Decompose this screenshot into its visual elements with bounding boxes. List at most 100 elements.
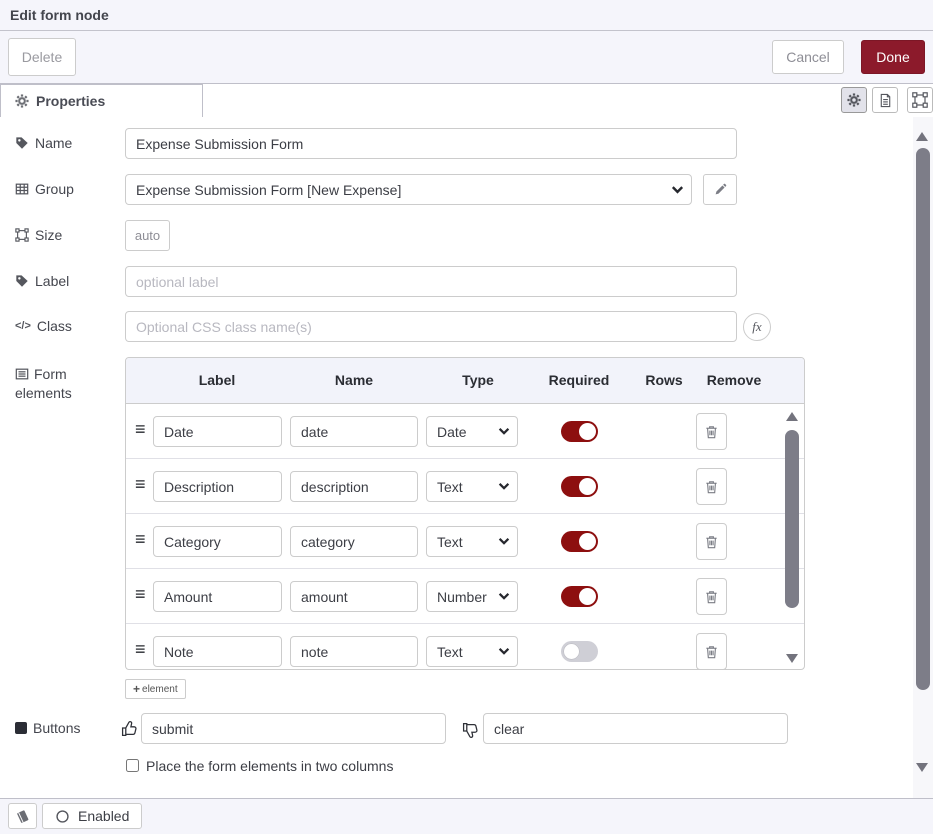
element-label-input[interactable] [153, 471, 282, 502]
column-header-remove: Remove [707, 372, 761, 388]
scroll-down-icon[interactable] [786, 654, 798, 663]
scroll-up-icon[interactable] [916, 132, 928, 141]
class-input[interactable] [125, 311, 737, 342]
edit-group-button[interactable] [703, 174, 737, 205]
element-label-input[interactable] [153, 636, 282, 667]
remove-element-button[interactable] [696, 633, 727, 670]
delete-button[interactable]: Delete [8, 38, 76, 76]
form-elements-field-label: Form elements [15, 365, 115, 403]
scroll-down-icon[interactable] [916, 763, 928, 772]
element-label-input[interactable] [153, 416, 282, 447]
form-element-row: ≡ Number [126, 569, 804, 624]
thumbs-up-icon [121, 720, 138, 737]
remove-element-button[interactable] [696, 578, 727, 615]
drag-handle-icon[interactable]: ≡ [135, 474, 146, 495]
table-scrollbar[interactable] [785, 408, 800, 667]
required-toggle[interactable] [561, 531, 598, 552]
tab-bar: Properties [0, 84, 933, 117]
required-toggle[interactable] [561, 641, 598, 662]
trash-icon [704, 424, 719, 440]
element-type-select[interactable]: Text [426, 526, 518, 557]
tab-properties-label: Properties [36, 93, 105, 109]
trash-icon [704, 644, 719, 660]
scroll-up-icon[interactable] [786, 412, 798, 421]
class-field-label: </> Class [15, 318, 72, 334]
dialog-toolbar: Delete Cancel Done [0, 31, 933, 84]
book-icon [15, 809, 30, 824]
element-type-select[interactable]: Number [426, 581, 518, 612]
edit-form-node-dialog: Edit form node Delete Cancel Done Proper… [0, 0, 933, 834]
expand-editor-button[interactable]: fx [743, 313, 771, 341]
element-type-select[interactable]: Text [426, 636, 518, 667]
trash-icon [704, 479, 719, 495]
description-tab-button[interactable] [872, 87, 898, 113]
buttons-field-label: Buttons [15, 720, 80, 736]
group-field-label: Group [15, 181, 74, 197]
dialog-title: Edit form node [0, 0, 933, 31]
drag-handle-icon[interactable]: ≡ [135, 529, 146, 550]
gear-icon [15, 94, 29, 108]
clear-button-input[interactable] [483, 713, 788, 744]
element-type-select[interactable]: Date [426, 416, 518, 447]
element-label-input[interactable] [153, 526, 282, 557]
two-columns-checkbox-label[interactable]: Place the form elements in two columns [146, 758, 393, 774]
plus-icon: + [133, 682, 140, 696]
name-field-label: Name [15, 135, 72, 151]
group-select[interactable]: Expense Submission Form [New Expense] [125, 174, 692, 205]
form-element-row: ≡ Date [126, 404, 804, 459]
panel-scrollbar-thumb[interactable] [916, 148, 930, 690]
element-name-input[interactable] [290, 526, 418, 557]
gear-icon [847, 93, 861, 107]
required-toggle[interactable] [561, 476, 598, 497]
properties-tab-button[interactable] [841, 87, 867, 113]
add-element-button[interactable]: +element [125, 679, 186, 699]
trash-icon [704, 589, 719, 605]
name-input[interactable] [125, 128, 737, 159]
element-name-input[interactable] [290, 416, 418, 447]
element-name-input[interactable] [290, 581, 418, 612]
remove-element-button[interactable] [696, 413, 727, 450]
submit-button-input[interactable] [141, 713, 446, 744]
column-header-required: Required [549, 372, 610, 388]
toggle-knob [579, 533, 596, 550]
form-elements-body: ≡ Date ≡ Text [126, 404, 804, 670]
element-name-input[interactable] [290, 636, 418, 667]
form-elements-header: Label Name Type Required Rows Remove [126, 358, 804, 404]
required-toggle[interactable] [561, 421, 598, 442]
column-header-type: Type [462, 372, 494, 388]
two-columns-checkbox[interactable] [126, 759, 139, 772]
element-type-select[interactable]: Text [426, 471, 518, 502]
thumbs-down-icon [462, 722, 479, 739]
size-button[interactable]: auto [125, 220, 170, 251]
form-element-row: ≡ Text [126, 514, 804, 569]
required-toggle[interactable] [561, 586, 598, 607]
document-icon [878, 93, 893, 108]
drag-handle-icon[interactable]: ≡ [135, 639, 146, 660]
drag-handle-icon[interactable]: ≡ [135, 584, 146, 605]
element-label-input[interactable] [153, 581, 282, 612]
properties-panel: Name Group Expense Submission Form [New … [0, 117, 913, 798]
appearance-tab-button[interactable] [907, 87, 933, 113]
size-field-label: Size [15, 227, 62, 243]
tag-icon [15, 274, 29, 288]
enabled-label: Enabled [78, 808, 129, 824]
square-icon [15, 722, 27, 734]
element-name-input[interactable] [290, 471, 418, 502]
remove-element-button[interactable] [696, 468, 727, 505]
cancel-button[interactable]: Cancel [772, 40, 844, 74]
drag-handle-icon[interactable]: ≡ [135, 419, 146, 440]
label-input[interactable] [125, 266, 737, 297]
enabled-toggle-button[interactable]: Enabled [42, 803, 142, 829]
done-button[interactable]: Done [861, 40, 925, 74]
tab-properties[interactable]: Properties [0, 84, 203, 117]
form-element-row: ≡ Text [126, 624, 804, 670]
label-field-label: Label [15, 273, 69, 289]
panel-scrollbar[interactable] [913, 117, 933, 798]
size-icon [15, 228, 29, 242]
node-help-button[interactable] [8, 803, 37, 829]
pencil-icon [714, 183, 727, 196]
column-header-name: Name [335, 372, 373, 388]
tag-icon [15, 136, 29, 150]
table-scrollbar-thumb[interactable] [785, 430, 799, 608]
remove-element-button[interactable] [696, 523, 727, 560]
